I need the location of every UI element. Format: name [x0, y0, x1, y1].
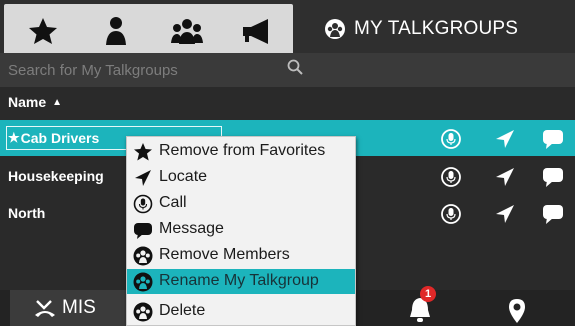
talkgroup-name: Housekeeping	[8, 168, 104, 184]
menu-item-label: Message	[159, 220, 224, 237]
menu-item-message[interactable]: Message	[127, 217, 355, 242]
locate-arrow-icon[interactable]	[494, 203, 516, 225]
locate-arrow-icon[interactable]	[494, 166, 516, 188]
context-menu: Remove from Favorites Locate Call Messag…	[126, 136, 356, 326]
menu-item-label: Rename My Talkgroup	[159, 272, 319, 289]
talkgroup-name: North	[8, 205, 46, 221]
missed-call-icon	[35, 300, 55, 317]
search-bar	[0, 53, 575, 87]
favorites-tab-icon[interactable]	[26, 16, 60, 46]
locate-arrow-icon[interactable]	[494, 128, 516, 150]
menu-item-label: Locate	[159, 168, 208, 185]
message-bubble-icon[interactable]	[542, 203, 564, 225]
alerts-count-badge: 1	[420, 286, 436, 302]
column-header-name[interactable]: Name ▲	[0, 87, 575, 117]
menu-item-delete[interactable]: Delete	[127, 299, 355, 324]
message-bubble-icon[interactable]	[542, 128, 564, 150]
tab-my-talkgroups[interactable]: MY TALKGROUPS	[296, 4, 575, 53]
top-tab-bar: MY TALKGROUPS	[0, 0, 575, 53]
menu-item-label: Remove from Favorites	[159, 142, 326, 159]
call-mic-icon[interactable]	[440, 166, 462, 188]
sort-ascending-icon: ▲	[52, 96, 63, 108]
menu-item-label: Delete	[159, 302, 206, 319]
broadcast-tab-icon[interactable]	[240, 16, 274, 46]
menu-item-remove-members[interactable]: Remove Members	[127, 243, 355, 268]
star-icon	[134, 143, 152, 161]
call-mic-icon[interactable]	[440, 203, 462, 225]
talkgroup-icon	[133, 246, 153, 266]
talkgroup-name: Cab Drivers	[20, 130, 100, 146]
column-header-label: Name	[8, 94, 47, 110]
contacts-tab-icon[interactable]	[99, 16, 133, 46]
menu-item-label: Remove Members	[159, 246, 290, 263]
groups-tab-icon[interactable]	[170, 16, 204, 46]
favorite-star-icon: ★	[8, 130, 20, 145]
tab-missed-label: MIS	[62, 297, 96, 318]
talkgroup-icon	[325, 18, 345, 39]
map-pin-icon[interactable]	[506, 298, 528, 324]
search-input[interactable]	[8, 57, 298, 83]
search-icon[interactable]	[287, 59, 303, 75]
mic-icon	[133, 194, 153, 214]
message-bubble-icon[interactable]	[542, 166, 564, 188]
menu-item-label: Call	[159, 194, 187, 211]
talkgroup-icon	[133, 272, 153, 292]
call-mic-icon[interactable]	[440, 128, 462, 150]
menu-item-call[interactable]: Call	[127, 191, 355, 216]
menu-item-locate[interactable]: Locate	[127, 165, 355, 190]
menu-item-remove-from-favorites[interactable]: Remove from Favorites	[127, 139, 355, 164]
tab-icon-group	[4, 4, 293, 53]
menu-item-rename-my-talkgroup[interactable]: Rename My Talkgroup	[127, 269, 355, 294]
page-title: MY TALKGROUPS	[354, 17, 519, 39]
locate-arrow-icon	[135, 170, 151, 186]
message-bubble-icon	[134, 223, 152, 239]
talkgroup-icon	[133, 302, 153, 322]
